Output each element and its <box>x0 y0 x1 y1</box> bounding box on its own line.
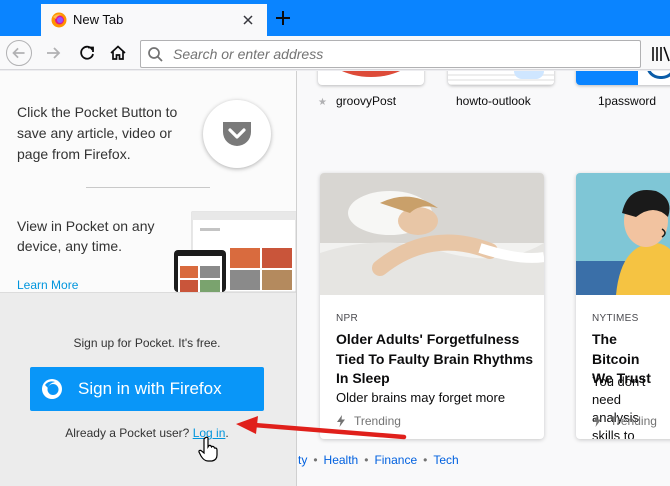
library-icon[interactable] <box>650 44 670 64</box>
already-user-text: Already a Pocket user? <box>65 426 190 440</box>
devices-illustration <box>174 211 296 292</box>
home-icon[interactable] <box>105 40 131 66</box>
new-tab-plus-icon[interactable] <box>270 5 296 31</box>
tab-title: New Tab <box>73 12 124 27</box>
topic-link[interactable]: Health <box>324 453 359 467</box>
topic-link[interactable]: Tech <box>433 453 458 467</box>
address-input[interactable] <box>173 41 633 67</box>
story-context: Trending <box>592 414 657 428</box>
story-source: NPR <box>336 313 359 324</box>
tab-new-tab[interactable]: New Tab <box>41 2 267 36</box>
topic-link[interactable]: Finance <box>374 453 417 467</box>
pocket-view-text: View in Pocket on any device, any time. <box>17 218 155 254</box>
signup-text: Sign up for Pocket. It's free. <box>73 336 221 350</box>
onepassword-favicon <box>646 71 670 79</box>
learn-more-link[interactable]: Learn More <box>17 278 78 292</box>
story-image <box>320 173 544 295</box>
lightning-icon <box>593 415 601 427</box>
pocket-signup-area: Sign up for Pocket. It's free. Sign in w… <box>0 292 296 486</box>
close-icon[interactable] <box>237 9 259 31</box>
story-card[interactable]: NPR Older Adults' Forgetfulness Tied To … <box>320 173 544 439</box>
pocket-intro-text: Click the Pocket Button to save any arti… <box>17 104 178 162</box>
pocket-icon <box>223 122 251 146</box>
url-bar[interactable] <box>140 40 641 68</box>
tab-strip: New Tab <box>0 0 670 36</box>
sign-in-button-label: Sign in with Firefox <box>78 379 222 398</box>
navigation-toolbar <box>0 36 670 70</box>
back-arrow-icon[interactable] <box>6 40 32 66</box>
topsite-tile-groovypost[interactable] <box>318 71 424 85</box>
topsite-tile-1password[interactable] <box>576 71 670 85</box>
sign-in-with-firefox-button[interactable]: Sign in with Firefox <box>30 367 264 411</box>
story-title: Older Adults' Forgetfulness Tied To Faul… <box>336 331 534 386</box>
howto-outlook-favicon <box>514 71 544 79</box>
story-excerpt: Older brains may forget more <box>336 390 506 405</box>
groovypost-thumbnail <box>324 71 418 77</box>
divider <box>86 187 210 188</box>
annotation-arrow-icon <box>236 416 407 440</box>
story-context-label: Trending <box>610 414 657 428</box>
log-in-suffix: . <box>225 426 229 440</box>
topsite-label[interactable]: howto-outlook <box>456 94 531 108</box>
pocket-button-illustration <box>203 100 271 168</box>
topsite-tile-howto-outlook[interactable] <box>448 71 554 85</box>
search-icon <box>148 47 163 62</box>
story-source: NYTIMES <box>592 313 639 324</box>
story-image <box>576 173 670 295</box>
topic-link[interactable]: ty <box>298 453 307 467</box>
pocket-intro: Click the Pocket Button to save any arti… <box>0 71 296 292</box>
pin-icon: ★ <box>318 97 327 108</box>
story-excerpt: You don't need analysis skills to <box>592 374 646 439</box>
story-card[interactable]: NYTIMES The Bitcoin We Trust You don't n… <box>576 173 670 439</box>
firefox-account-icon <box>42 379 62 399</box>
firefox-icon <box>51 12 67 28</box>
reload-icon[interactable] <box>74 40 100 66</box>
hand-cursor-icon <box>198 436 218 462</box>
topsite-label[interactable]: groovyPost <box>336 94 396 108</box>
onepassword-thumbnail <box>576 71 638 85</box>
popular-topics: ty • Health • Finance • Tech <box>298 453 459 467</box>
topsite-label[interactable]: 1password <box>598 94 656 108</box>
forward-arrow-icon[interactable] <box>40 40 66 66</box>
